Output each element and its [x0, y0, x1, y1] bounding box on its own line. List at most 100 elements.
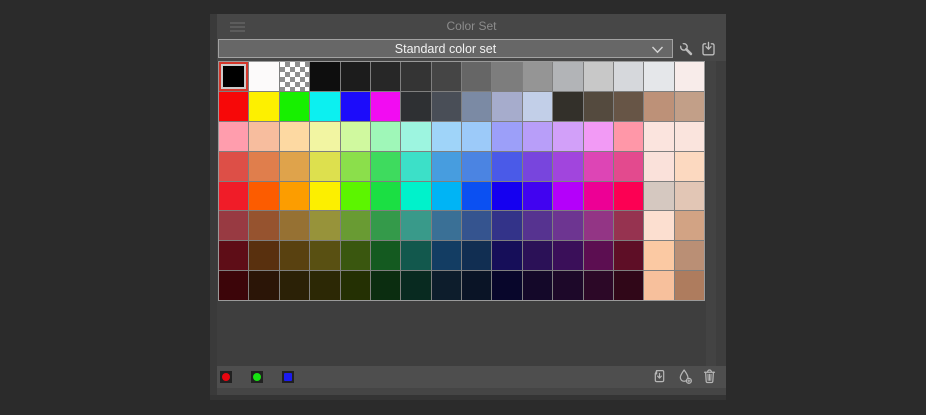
red-color-chip[interactable] — [220, 371, 232, 383]
swatch[interactable] — [219, 181, 249, 211]
swatch[interactable] — [522, 211, 553, 241]
swatch[interactable] — [583, 211, 613, 241]
swatch[interactable] — [401, 121, 431, 151]
blue-color-chip[interactable] — [282, 371, 294, 383]
swatch[interactable] — [370, 211, 401, 241]
swatch[interactable] — [492, 121, 522, 151]
swatch[interactable] — [279, 151, 310, 181]
swatch[interactable] — [370, 271, 401, 300]
swatch[interactable] — [644, 241, 674, 271]
swatch[interactable] — [492, 181, 522, 211]
swatch[interactable] — [462, 121, 492, 151]
swatch[interactable] — [674, 181, 704, 211]
swatch[interactable] — [219, 211, 249, 241]
trash-icon[interactable] — [700, 367, 719, 386]
swatch[interactable] — [583, 91, 613, 121]
swatch[interactable] — [583, 241, 613, 271]
swatch[interactable] — [492, 151, 522, 181]
green-color-chip[interactable] — [251, 371, 263, 383]
swatch[interactable] — [340, 181, 370, 211]
swatch[interactable] — [522, 151, 553, 181]
swatch[interactable] — [431, 151, 461, 181]
swatch[interactable] — [583, 151, 613, 181]
swatch[interactable] — [674, 211, 704, 241]
swatch[interactable] — [219, 241, 249, 271]
swatch[interactable] — [462, 241, 492, 271]
swatch[interactable] — [401, 271, 431, 300]
swatch[interactable] — [279, 91, 310, 121]
swatch[interactable] — [370, 121, 401, 151]
swatch[interactable] — [613, 62, 644, 91]
swatch[interactable] — [462, 151, 492, 181]
swatch[interactable] — [522, 62, 553, 91]
swatch[interactable] — [310, 151, 340, 181]
swatch[interactable] — [401, 241, 431, 271]
swatch[interactable] — [431, 241, 461, 271]
swatch[interactable] — [310, 271, 340, 300]
swatch[interactable] — [279, 181, 310, 211]
swatch[interactable] — [674, 121, 704, 151]
swatch[interactable] — [613, 181, 644, 211]
swatch[interactable] — [644, 181, 674, 211]
swatch[interactable] — [340, 271, 370, 300]
swatch[interactable] — [674, 241, 704, 271]
swatch[interactable] — [401, 62, 431, 91]
swatch[interactable] — [674, 271, 704, 300]
swatch[interactable] — [219, 121, 249, 151]
swatch[interactable] — [613, 151, 644, 181]
scrollbar-track[interactable] — [706, 61, 716, 366]
swatch[interactable] — [613, 121, 644, 151]
wrench-icon[interactable] — [677, 40, 696, 59]
swatch[interactable] — [492, 91, 522, 121]
swatch[interactable] — [613, 271, 644, 300]
swatch[interactable] — [522, 181, 553, 211]
swatch[interactable] — [401, 91, 431, 121]
swatch[interactable] — [462, 91, 492, 121]
swatch[interactable] — [340, 151, 370, 181]
swatch[interactable] — [431, 121, 461, 151]
swatch[interactable] — [401, 211, 431, 241]
droplet-add-icon[interactable] — [675, 367, 694, 386]
swatch[interactable] — [401, 181, 431, 211]
swatch[interactable] — [370, 241, 401, 271]
box-down-arrow-icon[interactable] — [699, 40, 718, 59]
swatch[interactable] — [462, 181, 492, 211]
swatch[interactable] — [279, 211, 310, 241]
swatch[interactable] — [553, 151, 583, 181]
swatch[interactable] — [553, 271, 583, 300]
swatch[interactable] — [310, 121, 340, 151]
swatch[interactable] — [310, 181, 340, 211]
swatch[interactable] — [219, 62, 249, 91]
swatch[interactable] — [431, 211, 461, 241]
swatch[interactable] — [462, 62, 492, 91]
swatch[interactable] — [279, 241, 310, 271]
swatch[interactable] — [583, 62, 613, 91]
swatch[interactable] — [249, 271, 279, 300]
swatch[interactable] — [613, 241, 644, 271]
swatch[interactable] — [522, 271, 553, 300]
swatch[interactable] — [553, 181, 583, 211]
swatch[interactable] — [219, 271, 249, 300]
swatch[interactable] — [522, 121, 553, 151]
swatch[interactable] — [370, 62, 401, 91]
swatch[interactable] — [340, 211, 370, 241]
swatch[interactable] — [279, 271, 310, 300]
swatch[interactable] — [310, 211, 340, 241]
swatch[interactable] — [553, 211, 583, 241]
swatch[interactable] — [462, 211, 492, 241]
swatch[interactable] — [279, 121, 310, 151]
swatch-transparent[interactable] — [279, 62, 310, 91]
swatch[interactable] — [401, 151, 431, 181]
swatch[interactable] — [249, 151, 279, 181]
color-set-select[interactable]: Standard color set — [218, 39, 673, 58]
swatch[interactable] — [431, 181, 461, 211]
swatch[interactable] — [674, 62, 704, 91]
swatch[interactable] — [553, 62, 583, 91]
swatch[interactable] — [522, 91, 553, 121]
swatch[interactable] — [583, 181, 613, 211]
swatch[interactable] — [249, 91, 279, 121]
swatch[interactable] — [644, 151, 674, 181]
swatch[interactable] — [462, 271, 492, 300]
swatch[interactable] — [249, 241, 279, 271]
swatch[interactable] — [583, 121, 613, 151]
